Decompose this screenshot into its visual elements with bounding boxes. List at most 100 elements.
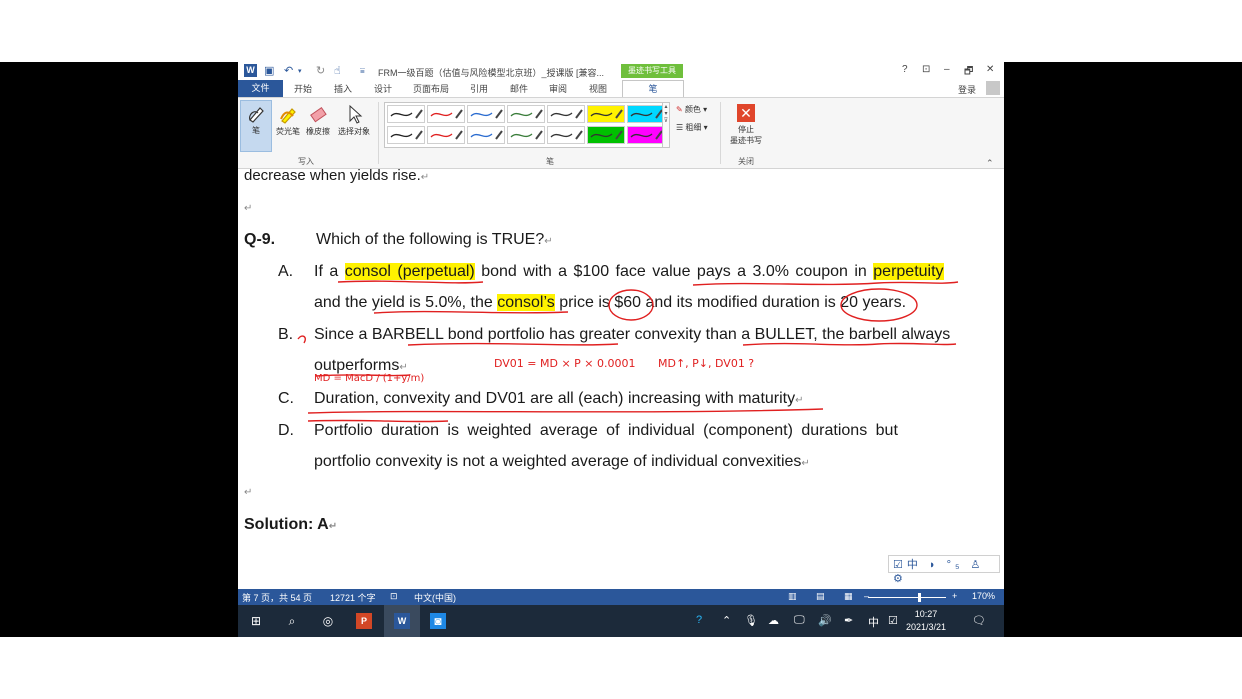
close-icon[interactable]: ✕ (986, 64, 994, 75)
login-link[interactable]: 登录 (958, 83, 976, 96)
tab-insert[interactable]: 插入 (334, 82, 352, 95)
customize-quick-access-icon[interactable]: ⩸ (360, 66, 365, 76)
touch-mode-icon[interactable]: ☝ (334, 64, 341, 77)
language-status[interactable]: 中文(中国) (414, 591, 456, 604)
check-icon[interactable]: ☑ (888, 614, 898, 627)
help-circle-icon[interactable]: ? (696, 614, 702, 626)
pen-icon (246, 103, 266, 123)
powerpoint-icon[interactable]: P (356, 613, 372, 629)
pen-swatch[interactable] (547, 105, 585, 123)
title-bar: W ▣ ↶ ▾ ↻ ☝ ⩸ FRM一级百题（估值与风险模型北京班）_授课版 [兼… (238, 62, 1004, 80)
pen-swatch[interactable] (627, 126, 665, 144)
ink-overlay (297, 280, 959, 423)
window-title: FRM一级百题（估值与风险模型北京班）_授课版 [兼容... (378, 68, 605, 78)
pen-swatch[interactable] (507, 126, 545, 144)
letterbox-top (0, 0, 1242, 62)
pen-swatch[interactable] (627, 105, 665, 123)
volume-icon[interactable]: 🔊 (818, 614, 832, 627)
ime-toolbar[interactable]: ☑中 ◗ °₅ ♙ ⚙ (888, 555, 1000, 585)
microphone-icon[interactable]: 🎙 (744, 614, 758, 627)
stop-inking-button[interactable]: ✕ 停止 墨迹书写 (726, 102, 766, 154)
word-count[interactable]: 12721 个字 (330, 591, 376, 604)
cursor-arrow-icon (344, 104, 364, 124)
ribbon-pen: 笔 荧光笔 橡皮擦 选择对象 写入 ▴ ▾ ⊽ 笔 ✎ 颜色 ▾ ☰ 粗细 ▾ … (238, 97, 1004, 169)
chrome-icon[interactable]: ◎ (320, 613, 336, 629)
search-icon[interactable]: ⌕ (284, 613, 300, 629)
pen-swatch[interactable] (467, 105, 505, 123)
save-icon[interactable]: ▣ (264, 64, 274, 77)
pen-swatch[interactable] (467, 126, 505, 144)
proofing-icon[interactable]: ⊡ (390, 591, 398, 602)
eraser-icon (308, 104, 328, 124)
ime-indicator[interactable]: 中 (868, 614, 879, 630)
read-mode-icon[interactable]: ▥ (788, 591, 797, 602)
tab-mailings[interactable]: 邮件 (510, 82, 528, 95)
thickness-icon: ☰ (676, 123, 684, 132)
color-pen-icon: ✎ (676, 105, 683, 114)
help-icon[interactable]: ? (902, 64, 908, 75)
zoom-out-icon[interactable]: – (864, 591, 869, 601)
tab-file[interactable]: 文件 (238, 80, 283, 97)
pen-swatch[interactable] (587, 105, 625, 123)
restore-icon[interactable]: 🗗 (964, 64, 973, 81)
taskbar: ⊞ ⌕ ◎ P W ◙ ? ⌃ 🎙 ☁ 🖵 🔊 ✒ 中 ☑ 10:27 2021… (238, 605, 1004, 637)
pen-gallery (384, 102, 668, 148)
notification-icon[interactable]: 🗨 (972, 614, 986, 627)
letterbox-right (1004, 62, 1242, 637)
page-count[interactable]: 第 7 页，共 54 页 (242, 591, 312, 604)
gallery-scroll[interactable]: ▴ ▾ ⊽ (662, 102, 670, 148)
zoom-level[interactable]: 170% (972, 591, 995, 601)
highlighter-tool-button[interactable]: 荧光笔 (274, 102, 302, 150)
thickness-button[interactable]: ☰ 粗细 ▾ (676, 122, 708, 133)
zoom-slider-handle[interactable] (918, 593, 921, 602)
status-bar: 第 7 页，共 54 页 12721 个字 ⊡ 中文(中国) ▥ ▤ ▦ – +… (238, 589, 1004, 605)
redo-icon[interactable]: ↻ (316, 64, 325, 77)
cloud-icon[interactable]: ☁ (768, 614, 779, 627)
pen-swatch[interactable] (427, 126, 465, 144)
pen-swatch[interactable] (387, 105, 425, 123)
collapse-ribbon-icon[interactable]: ⌃ (986, 158, 994, 169)
tab-view[interactable]: 视图 (589, 82, 607, 95)
pen-swatch[interactable] (387, 126, 425, 144)
eraser-tool-button[interactable]: 橡皮擦 (304, 102, 332, 150)
ink-tools-label: 墨迹书写工具 (621, 64, 683, 78)
tab-pen[interactable]: 笔 (622, 80, 684, 97)
pen-swatch[interactable] (587, 126, 625, 144)
close-x-icon: ✕ (737, 104, 755, 122)
windows-start-icon[interactable]: ⊞ (248, 613, 264, 629)
tab-references[interactable]: 引用 (470, 82, 488, 95)
network-icon[interactable]: 🖵 (794, 614, 805, 627)
undo-icon[interactable]: ↶ (284, 64, 293, 77)
minimize-icon[interactable]: – (944, 64, 950, 75)
tab-home[interactable]: 开始 (294, 82, 312, 95)
word-window: W ▣ ↶ ▾ ↻ ☝ ⩸ FRM一级百题（估值与风险模型北京班）_授课版 [兼… (238, 62, 1004, 637)
word-icon[interactable]: W (394, 613, 410, 629)
pen-swatch[interactable] (507, 105, 545, 123)
app-icon[interactable]: ◙ (430, 613, 446, 629)
print-layout-icon[interactable]: ▤ (816, 591, 825, 602)
group-separator (378, 102, 379, 164)
web-layout-icon[interactable]: ▦ (844, 591, 853, 602)
color-button[interactable]: ✎ 颜色 ▾ (676, 104, 707, 115)
pen-swatch[interactable] (547, 126, 585, 144)
ribbon-display-icon[interactable]: ⊡ (922, 64, 930, 75)
select-objects-button[interactable]: 选择对象 (336, 102, 372, 150)
tab-review[interactable]: 审阅 (549, 82, 567, 95)
tab-layout[interactable]: 页面布局 (413, 82, 449, 95)
undo-dropdown-icon[interactable]: ▾ (298, 67, 302, 75)
avatar[interactable] (986, 81, 1000, 95)
zoom-slider[interactable] (868, 597, 946, 598)
pen-tool-button[interactable]: 笔 (240, 100, 272, 152)
document-area[interactable]: decrease when yields rise.↵ ↵ Q-9. Which… (238, 167, 1004, 589)
word-logo-icon[interactable]: W (244, 64, 257, 77)
tray-expand-icon[interactable]: ⌃ (722, 614, 731, 627)
zoom-in-icon[interactable]: + (952, 591, 957, 601)
letterbox-bottom (0, 637, 1242, 699)
tab-design[interactable]: 设计 (374, 82, 392, 95)
group-separator (720, 102, 721, 164)
clock[interactable]: 10:27 2021/3/21 (906, 608, 946, 634)
pen-tray-icon[interactable]: ✒ (844, 614, 853, 627)
pens-group-label: 笔 (546, 157, 554, 166)
pen-swatch[interactable] (427, 105, 465, 123)
ribbon-tabs: 文件 开始 插入 设计 页面布局 引用 邮件 审阅 视图 笔 登录 (238, 80, 1004, 97)
